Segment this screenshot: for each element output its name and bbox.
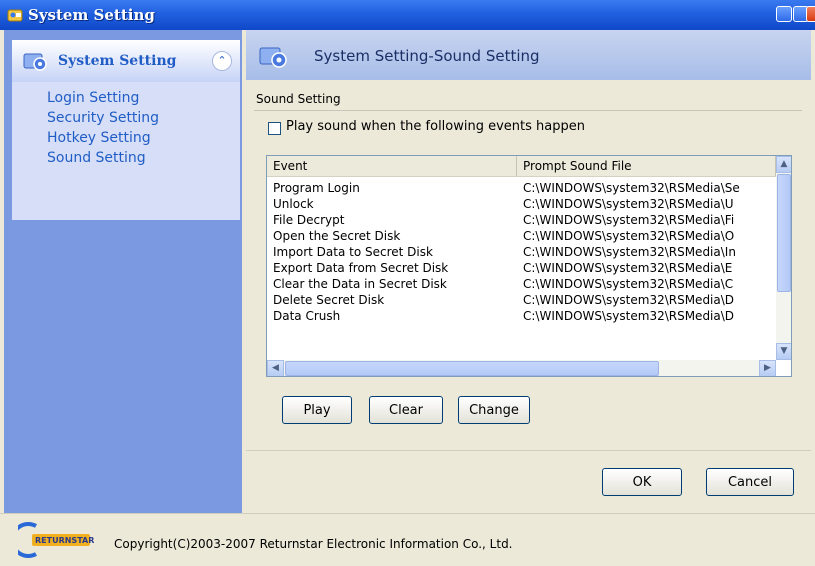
- dialog-separator: [246, 450, 811, 451]
- event-cell: Clear the Data in Secret Disk: [273, 277, 447, 291]
- returnstar-logo: RETURNSTAR: [18, 522, 94, 558]
- table-row[interactable]: Data Crush C:\WINDOWS\system32\RSMedia\D: [267, 308, 776, 324]
- system-setting-window: System Setting System Setting ⌃ Login Se…: [0, 0, 815, 566]
- ok-button[interactable]: OK: [602, 468, 682, 496]
- table-row[interactable]: Import Data to Secret Disk C:\WINDOWS\sy…: [267, 244, 776, 260]
- chevron-up-icon: ▲: [780, 159, 788, 169]
- settings-icon: [23, 53, 47, 71]
- content-header: System Setting-Sound Setting: [246, 30, 811, 80]
- horizontal-scrollbar[interactable]: ◀ ▶: [267, 360, 776, 376]
- event-cell: Data Crush: [273, 309, 341, 323]
- scroll-left-button[interactable]: ◀: [267, 360, 284, 376]
- cancel-button[interactable]: Cancel: [706, 468, 794, 496]
- event-cell: File Decrypt: [273, 213, 345, 227]
- chevron-down-icon: ▼: [780, 346, 788, 356]
- play-sound-checkbox[interactable]: [268, 122, 281, 135]
- sidebar-item-sound-setting[interactable]: Sound Setting: [47, 150, 146, 166]
- minimize-button[interactable]: [776, 6, 792, 22]
- table-row[interactable]: Export Data from Secret Disk C:\WINDOWS\…: [267, 260, 776, 276]
- file-cell: C:\WINDOWS\system32\RSMedia\C: [523, 277, 734, 291]
- table-row[interactable]: Delete Secret Disk C:\WINDOWS\system32\R…: [267, 292, 776, 308]
- page-title: System Setting-Sound Setting: [314, 47, 540, 65]
- event-sound-list[interactable]: Event Prompt Sound File Program Login C:…: [266, 155, 792, 377]
- column-header-event[interactable]: Event: [267, 156, 517, 176]
- sidebar-panel: System Setting ⌃ Login Setting Security …: [12, 40, 240, 220]
- play-sound-label[interactable]: Play sound when the following events hap…: [286, 119, 585, 134]
- file-cell: C:\WINDOWS\system32\RSMedia\D: [523, 309, 735, 323]
- title-bar[interactable]: System Setting: [0, 0, 815, 30]
- chevron-right-icon: ▶: [764, 363, 771, 373]
- app-icon: [7, 9, 23, 22]
- settings-icon: [259, 47, 287, 68]
- sidebar-title: System Setting: [58, 53, 177, 69]
- event-cell: Delete Secret Disk: [273, 293, 385, 307]
- list-header: Event Prompt Sound File: [267, 156, 776, 177]
- file-cell: C:\WINDOWS\system32\RSMedia\U: [523, 197, 734, 211]
- vertical-scroll-thumb[interactable]: [777, 174, 791, 292]
- horizontal-scroll-thumb[interactable]: [285, 361, 659, 376]
- play-button[interactable]: Play: [282, 396, 352, 424]
- file-cell: C:\WINDOWS\system32\RSMedia\Se: [523, 181, 740, 195]
- clear-button[interactable]: Clear: [369, 396, 443, 424]
- table-row[interactable]: Clear the Data in Secret Disk C:\WINDOWS…: [267, 276, 776, 292]
- sidebar-item-login-setting[interactable]: Login Setting: [47, 90, 139, 106]
- collapse-button[interactable]: ⌃: [212, 51, 232, 71]
- sidebar-item-hotkey-setting[interactable]: Hotkey Setting: [47, 130, 151, 146]
- footer: RETURNSTAR Copyright(C)2003-2007 Returns…: [0, 513, 815, 566]
- change-button[interactable]: Change: [458, 396, 530, 424]
- scroll-up-button[interactable]: ▲: [776, 156, 791, 173]
- event-cell: Program Login: [273, 181, 360, 195]
- event-cell: Import Data to Secret Disk: [273, 245, 433, 259]
- group-label: Sound Setting: [256, 92, 341, 106]
- sidebar: System Setting ⌃ Login Setting Security …: [4, 30, 242, 513]
- table-row[interactable]: Program Login C:\WINDOWS\system32\RSMedi…: [267, 180, 776, 196]
- sound-setting-panel: Sound Setting Play sound when the follow…: [246, 80, 811, 513]
- column-header-prompt-sound-file[interactable]: Prompt Sound File: [517, 156, 776, 176]
- copyright-text: Copyright(C)2003-2007 Returnstar Electro…: [114, 537, 513, 551]
- file-cell: C:\WINDOWS\system32\RSMedia\In: [523, 245, 736, 259]
- file-cell: C:\WINDOWS\system32\RSMedia\D: [523, 293, 735, 307]
- event-cell: Unlock: [273, 197, 314, 211]
- file-cell: C:\WINDOWS\system32\RSMedia\Fi: [523, 213, 735, 227]
- table-row[interactable]: Open the Secret Disk C:\WINDOWS\system32…: [267, 228, 776, 244]
- file-cell: C:\WINDOWS\system32\RSMedia\E: [523, 261, 733, 275]
- scroll-right-button[interactable]: ▶: [759, 360, 776, 376]
- scroll-down-button[interactable]: ▼: [776, 343, 791, 360]
- sidebar-item-security-setting[interactable]: Security Setting: [47, 110, 159, 126]
- group-divider: [254, 110, 802, 111]
- table-row[interactable]: Unlock C:\WINDOWS\system32\RSMedia\U: [267, 196, 776, 212]
- chevron-up-icon: ⌃: [217, 54, 227, 67]
- chevron-left-icon: ◀: [272, 363, 279, 373]
- event-cell: Export Data from Secret Disk: [273, 261, 449, 275]
- vertical-scrollbar[interactable]: ▲ ▼: [776, 156, 791, 360]
- file-cell: C:\WINDOWS\system32\RSMedia\O: [523, 229, 735, 243]
- event-cell: Open the Secret Disk: [273, 229, 401, 243]
- logo-text: RETURNSTAR: [35, 536, 94, 545]
- window-title: System Setting: [28, 6, 155, 24]
- close-button[interactable]: [806, 6, 815, 22]
- table-row[interactable]: File Decrypt C:\WINDOWS\system32\RSMedia…: [267, 212, 776, 228]
- sidebar-header[interactable]: System Setting ⌃: [12, 40, 240, 82]
